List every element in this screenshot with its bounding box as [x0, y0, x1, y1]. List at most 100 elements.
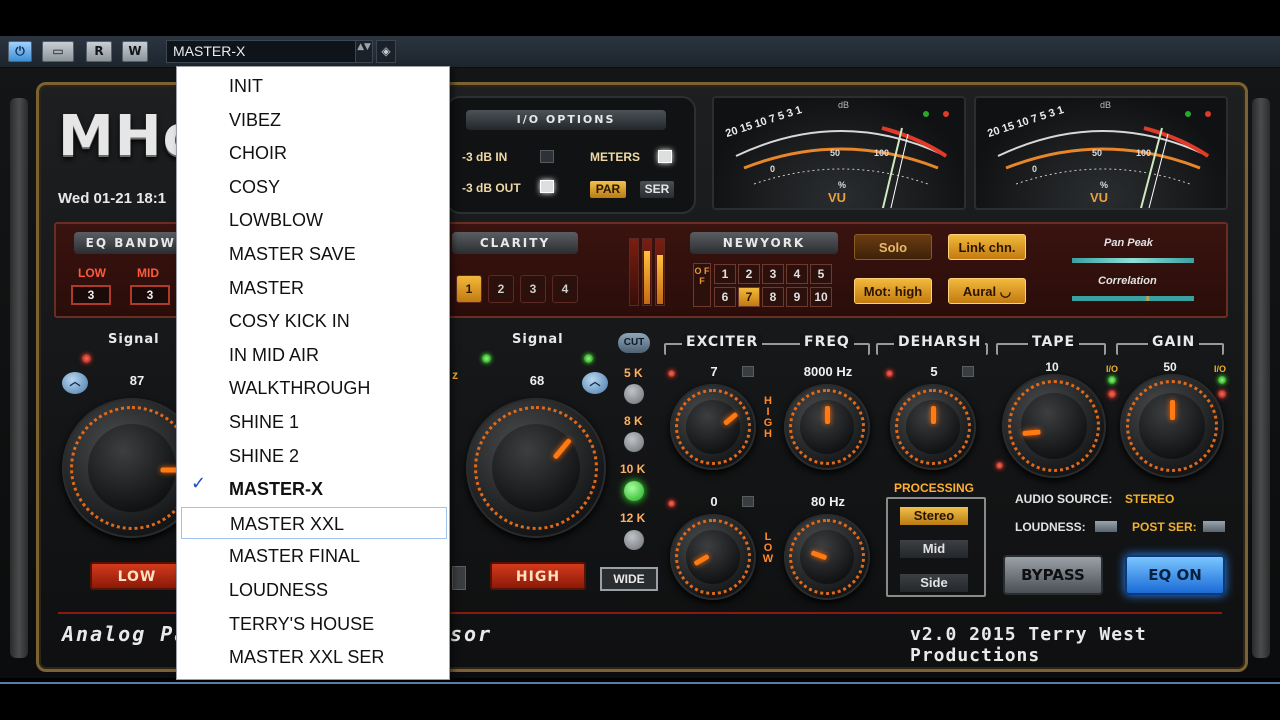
read-automation-button[interactable]: R: [86, 41, 112, 62]
processing-stereo-button[interactable]: Stereo: [900, 507, 968, 525]
preset-menu-item[interactable]: IN MID AIR: [181, 339, 447, 371]
meters-toggle[interactable]: [658, 150, 672, 163]
exciter-low-value: 0: [710, 494, 718, 509]
clarity-button-3[interactable]: 3: [520, 275, 546, 303]
preset-menu-item[interactable]: SHINE 2: [181, 440, 447, 472]
low-up-arrow-icon[interactable]: ︿: [62, 372, 88, 394]
post-ser-toggle[interactable]: [1203, 521, 1225, 532]
freq-low-knob[interactable]: [784, 514, 870, 600]
gain-title: GAIN: [1148, 334, 1200, 350]
preset-menu-item[interactable]: WALKTHROUGH: [181, 372, 447, 404]
taskbar: [0, 682, 1280, 720]
preset-menu-item[interactable]: MASTER: [181, 272, 447, 304]
gain-io-led-red[interactable]: [1218, 390, 1226, 398]
cut-12k-button[interactable]: [624, 530, 644, 550]
eq-low-value[interactable]: 3: [71, 285, 111, 305]
freq-high-knob[interactable]: [784, 384, 870, 470]
exciter-low-toggle[interactable]: [742, 496, 754, 507]
preset-menu-item[interactable]: ✓ MASTER-X: [181, 473, 447, 505]
newyork-button-9[interactable]: 9: [786, 287, 808, 307]
vu-meter-left: 20 15 10 7 5 3 1 dB 100 50 0 % VU: [712, 96, 966, 210]
clarity-button-2[interactable]: 2: [488, 275, 514, 303]
newyork-button-6[interactable]: 6: [714, 287, 736, 307]
processing-mid-button[interactable]: Mid: [900, 540, 968, 558]
newyork-button-1[interactable]: 1: [714, 264, 736, 284]
io-out-toggle[interactable]: [540, 180, 554, 193]
clarity-button-1[interactable]: 1: [456, 275, 482, 303]
eq-on-button[interactable]: EQ ON: [1125, 555, 1225, 595]
preset-menu-item-label: VIBEZ: [229, 109, 282, 130]
preset-menu-item-label: INIT: [229, 76, 263, 96]
exciter-high-knob[interactable]: [670, 384, 756, 470]
loudness-toggle[interactable]: [1095, 521, 1117, 532]
processing-side-button[interactable]: Side: [900, 574, 968, 592]
meters-label: METERS: [590, 150, 641, 164]
newyork-button-5[interactable]: 5: [810, 264, 832, 284]
preset-menu-item[interactable]: MASTER XXL: [181, 506, 447, 539]
gain-knob[interactable]: [1120, 374, 1224, 478]
newyork-button-2[interactable]: 2: [738, 264, 760, 284]
io-in-toggle[interactable]: [540, 150, 554, 163]
preset-menu-item[interactable]: INIT: [181, 70, 447, 102]
exciter-title: EXCITER: [682, 334, 763, 350]
compare-button[interactable]: ▭: [42, 41, 74, 62]
preset-menu-item[interactable]: MASTER FINAL: [181, 540, 447, 572]
low-button[interactable]: LOW: [90, 562, 184, 590]
write-automation-button[interactable]: W: [122, 41, 148, 62]
preset-menu-item[interactable]: LOWBLOW: [181, 204, 447, 236]
newyork-button-8[interactable]: 8: [762, 287, 784, 307]
gain-io-led-green[interactable]: [1218, 376, 1226, 384]
preset-menu-item[interactable]: COSY: [181, 171, 447, 203]
deharsh-toggle[interactable]: [962, 366, 974, 377]
cut-10k-button[interactable]: [624, 481, 644, 501]
high-left-toggle[interactable]: [452, 566, 466, 590]
cut-5k-button[interactable]: [624, 384, 644, 404]
preset-spin-arrows[interactable]: ▲▼: [355, 40, 373, 63]
vu-left-db: dB: [838, 100, 850, 110]
high-up-arrow-icon[interactable]: ︿: [582, 372, 608, 394]
newyork-off-button[interactable]: O F F: [693, 263, 711, 307]
deharsh-knob[interactable]: [890, 384, 976, 470]
eq-mid-value[interactable]: 3: [130, 285, 170, 305]
tape-knob[interactable]: [1002, 374, 1106, 478]
freq-title: FREQ: [800, 334, 854, 350]
tape-io-led-green[interactable]: [1108, 376, 1116, 384]
aural-button[interactable]: Aural ◡: [948, 278, 1026, 304]
wide-button[interactable]: WIDE: [600, 567, 658, 591]
bypass-button[interactable]: BYPASS: [1003, 555, 1103, 595]
preset-menu-item[interactable]: TERRY'S HOUSE: [181, 608, 447, 640]
preset-menu-item[interactable]: MASTER SAVE: [181, 238, 447, 270]
exciter-high-toggle[interactable]: [742, 366, 754, 377]
high-knob[interactable]: [466, 398, 606, 538]
preset-selector[interactable]: MASTER-X: [166, 40, 356, 63]
tape-io-led-red[interactable]: [1108, 390, 1116, 398]
newyork-button-10[interactable]: 10: [810, 287, 832, 307]
preset-menu-item-label: TERRY'S HOUSE: [229, 613, 375, 634]
power-icon[interactable]: ⏻: [8, 41, 32, 62]
dice-icon[interactable]: ◈: [376, 40, 396, 63]
preset-menu-item[interactable]: MASTER XXL SER: [181, 641, 447, 673]
footer-version-text: v2.0 2015 Terry West Productions: [910, 624, 1147, 666]
vu-left-unit: VU: [828, 190, 847, 205]
pan-peak-label: Pan Peak: [1104, 237, 1153, 249]
preset-menu-item[interactable]: SHINE 1: [181, 406, 447, 438]
exciter-high-freq: 8000 Hz: [803, 364, 853, 379]
link-channels-button[interactable]: Link chn.: [948, 234, 1026, 260]
solo-button[interactable]: Solo: [854, 234, 932, 260]
high-button[interactable]: HIGH: [490, 562, 586, 590]
preset-menu-item[interactable]: LOUDNESS: [181, 574, 447, 606]
preset-menu-item[interactable]: COSY KICK IN: [181, 305, 447, 337]
cut-8k-button[interactable]: [624, 432, 644, 452]
exciter-low-knob[interactable]: [670, 514, 756, 600]
vu-right-db: dB: [1100, 100, 1112, 110]
newyork-button-3[interactable]: 3: [762, 264, 784, 284]
newyork-button-7[interactable]: 7: [738, 287, 760, 307]
newyork-button-4[interactable]: 4: [786, 264, 808, 284]
ser-button[interactable]: SER: [640, 181, 674, 198]
preset-menu-item[interactable]: VIBEZ: [181, 104, 447, 136]
preset-menu-item[interactable]: CHOIR: [181, 137, 447, 169]
preset-menu-item-label: LOUDNESS: [229, 580, 329, 600]
motion-high-button[interactable]: Mot: high: [854, 278, 932, 304]
par-button[interactable]: PAR: [590, 181, 626, 198]
clarity-button-4[interactable]: 4: [552, 275, 578, 303]
